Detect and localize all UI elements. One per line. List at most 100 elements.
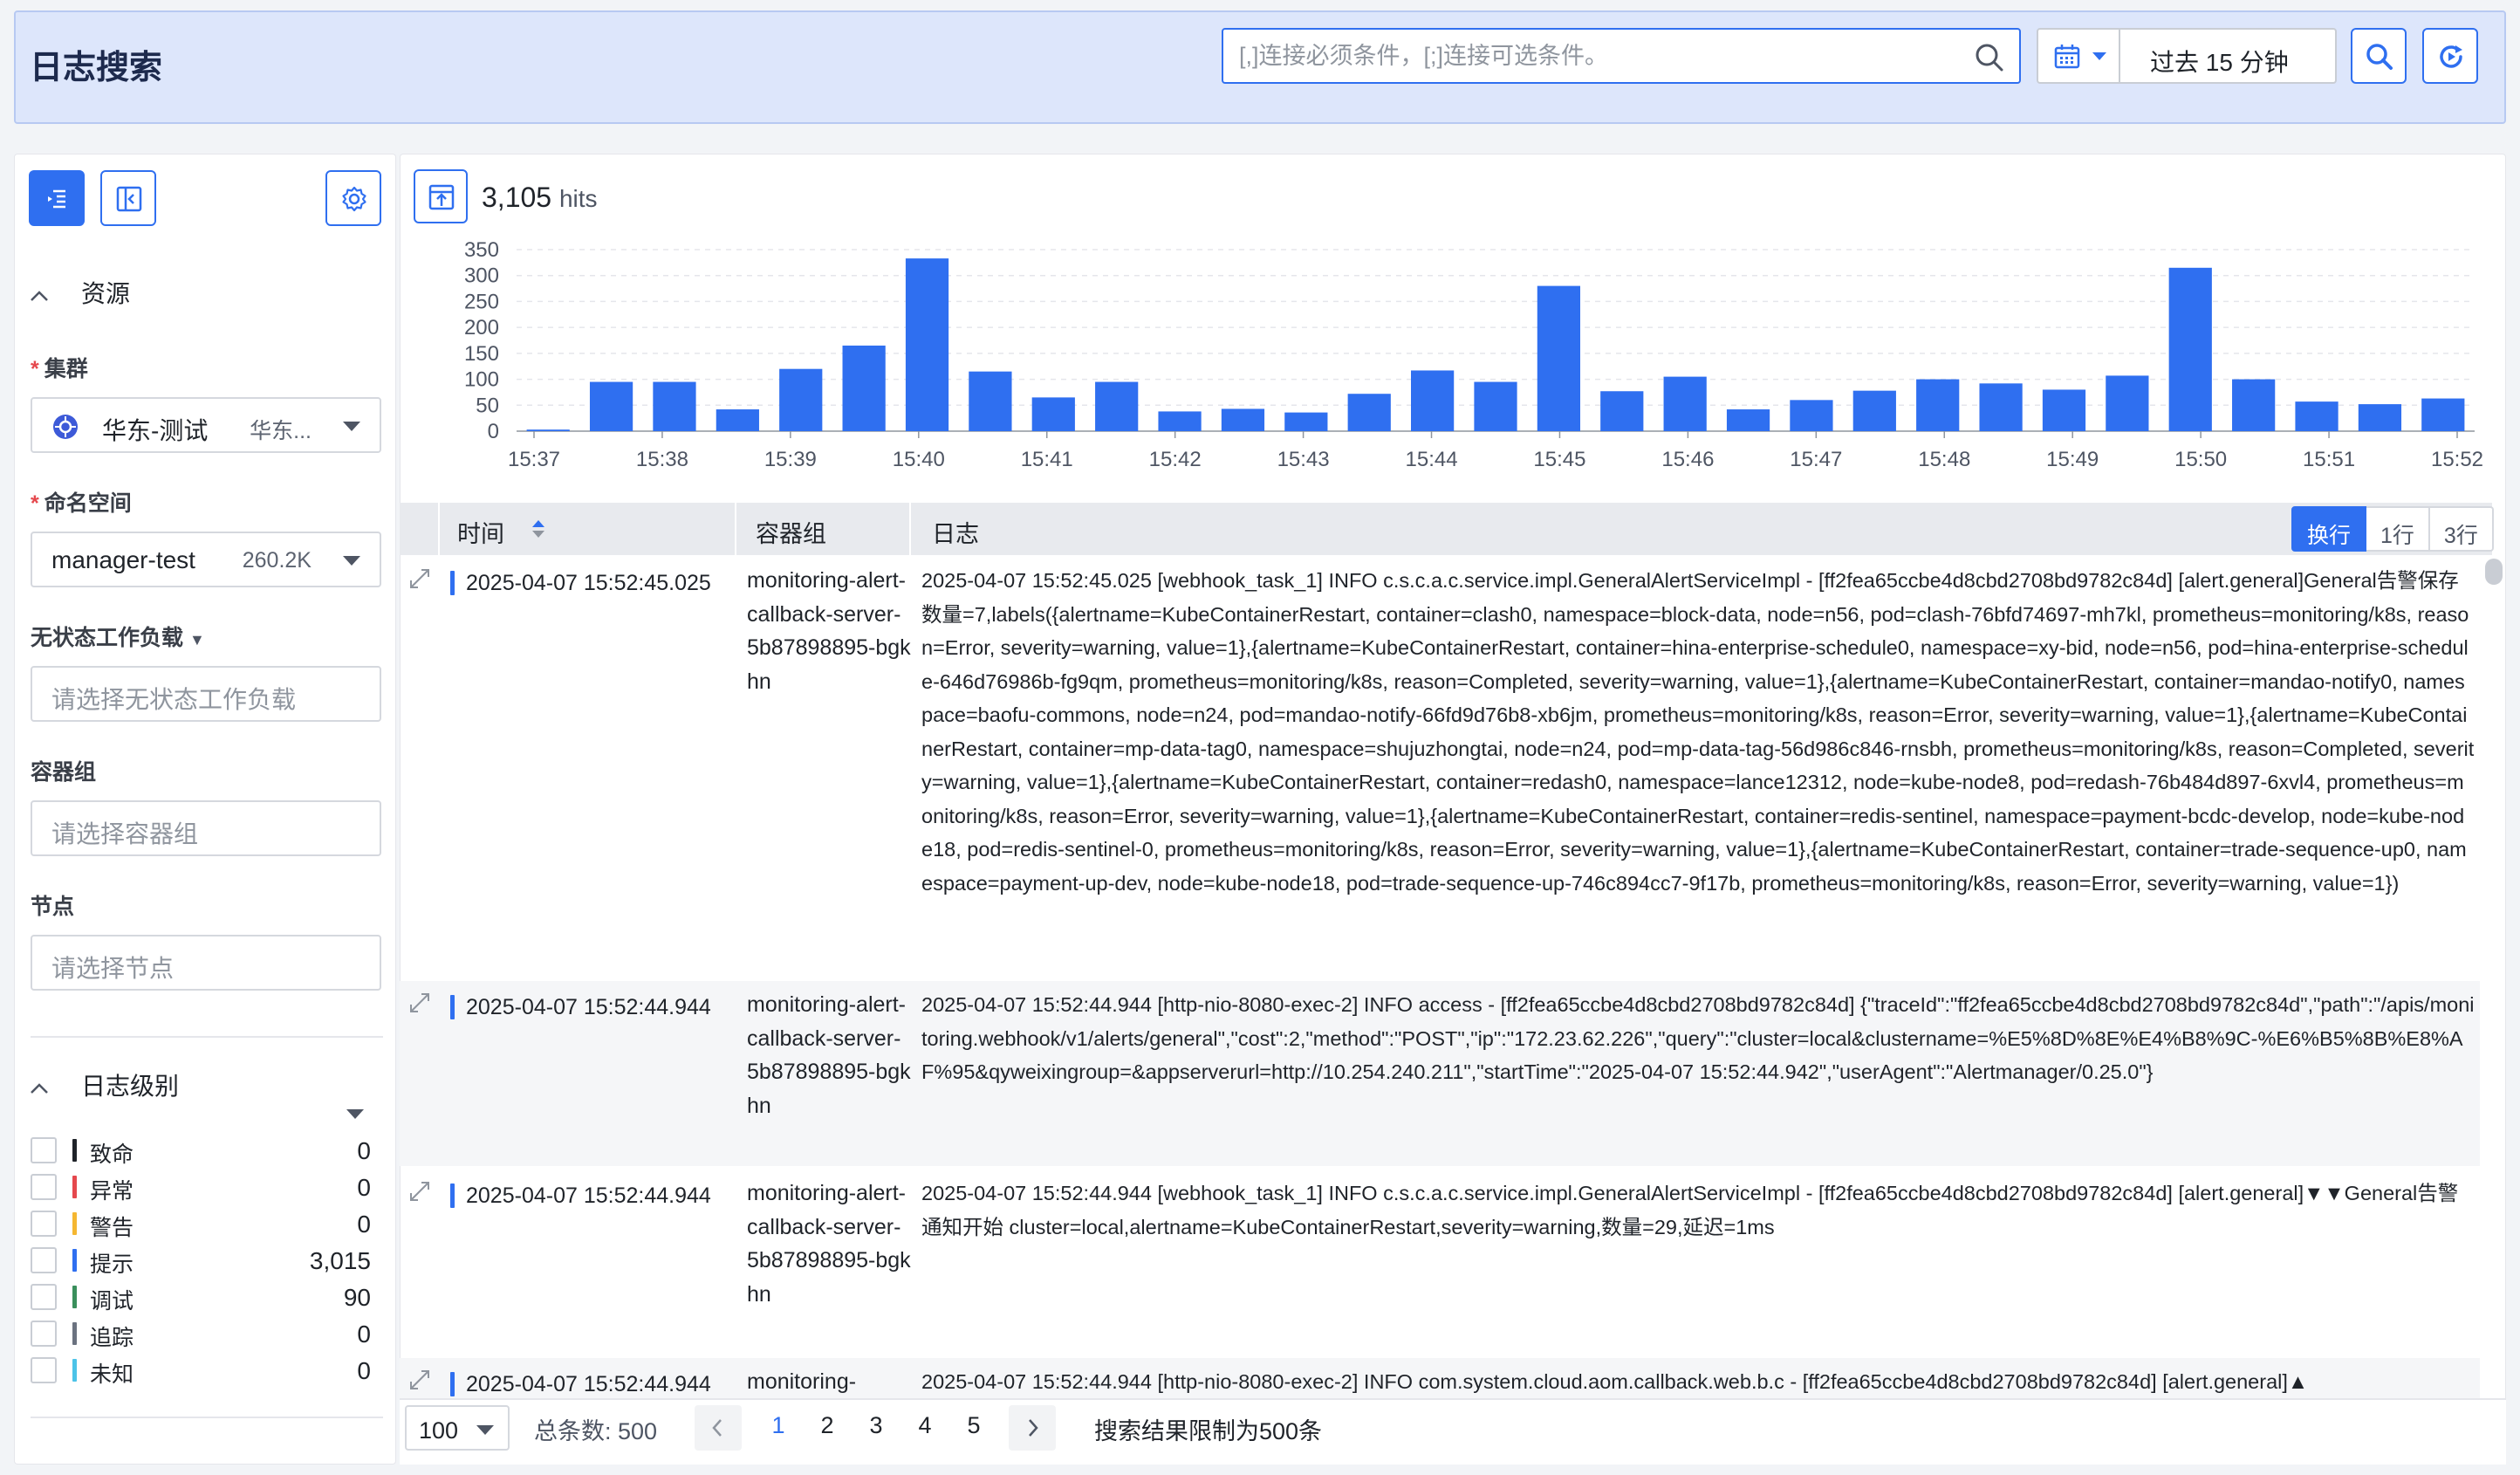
search-icon[interactable] [1974, 42, 2005, 73]
query-button[interactable] [2351, 28, 2407, 84]
histogram-bar [1158, 411, 1202, 431]
level-indicator [450, 1183, 455, 1208]
chevron-up-icon [29, 1073, 81, 1101]
histogram-bar [1663, 376, 1707, 431]
page-title: 日志搜索 [30, 50, 163, 86]
checkbox[interactable] [31, 1247, 57, 1273]
log-row[interactable]: 2025-04-07 15:52:44.944 monitoring- 2025… [400, 1358, 2480, 1398]
wrap-option-1-line[interactable]: 1行 [2366, 506, 2430, 552]
checkbox[interactable] [31, 1174, 57, 1200]
histogram-bar [716, 409, 759, 431]
histogram-bar [1537, 285, 1580, 431]
log-pod: monitoring-alert-callback-server-5b87898… [747, 568, 911, 694]
cluster-icon [53, 415, 78, 439]
log-level-item[interactable]: 提示 3,015 [31, 1244, 371, 1277]
search-box[interactable] [1222, 28, 2021, 84]
time-range-select[interactable]: 过去 15 分钟 [2119, 28, 2337, 84]
panel-collapse-icon [116, 186, 142, 212]
y-tick-label: 0 [488, 420, 499, 443]
y-tick-label: 50 [476, 394, 499, 417]
page-4[interactable]: 4 [907, 1412, 942, 1439]
log-level-section-toggle[interactable]: 日志级别 [29, 1067, 179, 1102]
x-tick-label: 15:50 [2174, 448, 2227, 471]
log-pod: monitoring-alert-callback-server-5b87898… [747, 992, 911, 1118]
expand-icon[interactable] [408, 567, 431, 590]
x-tick-label: 15:47 [1790, 448, 1842, 471]
search-input[interactable] [1239, 38, 1955, 73]
page-3[interactable]: 3 [859, 1412, 894, 1439]
page-1[interactable]: 1 [761, 1412, 796, 1439]
list-view-button[interactable] [29, 170, 85, 226]
cluster-label: * 集群 [31, 357, 88, 381]
expand-icon[interactable] [408, 1180, 431, 1203]
settings-button[interactable] [325, 170, 381, 226]
histogram-bar [2042, 389, 2086, 431]
y-tick-label: 150 [464, 342, 499, 366]
checkbox[interactable] [31, 1321, 57, 1347]
log-level-item[interactable]: 未知 0 [31, 1354, 371, 1387]
log-time: 2025-04-07 15:52:44.944 [466, 1183, 711, 1208]
log-level-item[interactable]: 追踪 0 [31, 1317, 371, 1350]
podgroup-select[interactable]: 请选择容器组 [31, 800, 381, 856]
namespace-select[interactable]: manager-test 260.2K [31, 532, 381, 587]
wrap-option-wrap[interactable]: 换行 [2291, 506, 2367, 552]
x-tick-label: 15:46 [1661, 448, 1714, 471]
log-row[interactable]: 2025-04-07 15:52:44.944 monitoring-alert… [400, 1170, 2480, 1355]
page-2[interactable]: 2 [810, 1412, 845, 1439]
filter-sidebar: 资源 * 集群 华东-测试 华东... * 命名空间 manager-test 26… [14, 154, 396, 1465]
x-tick-label: 15:45 [1533, 448, 1585, 471]
log-level-name: 提示 [90, 1252, 134, 1277]
log-table-body: 2025-04-07 15:52:45.025 monitoring-alert… [400, 555, 2480, 1398]
podgroup-label: 容器组 [31, 760, 97, 785]
x-tick-label: 15:48 [1918, 448, 1970, 471]
log-row[interactable]: 2025-04-07 15:52:44.944 monitoring-alert… [400, 981, 2480, 1166]
checkbox[interactable] [31, 1137, 57, 1163]
sort-icon[interactable] [531, 517, 546, 541]
x-tick-label: 15:44 [1406, 448, 1458, 471]
column-header-log[interactable]: 日志 [932, 515, 979, 549]
log-level-count: 0 [357, 1137, 371, 1164]
log-level-item[interactable]: 调试 90 [31, 1280, 371, 1314]
expand-icon[interactable] [408, 1369, 431, 1391]
prev-page-button[interactable] [695, 1405, 742, 1451]
histogram-bar [1284, 412, 1328, 431]
collapse-panel-button[interactable] [100, 170, 156, 226]
export-button[interactable] [414, 169, 468, 223]
scrollbar-thumb[interactable] [2485, 559, 2503, 585]
level-color-bar [72, 1139, 77, 1162]
log-level-name: 追踪 [90, 1326, 134, 1350]
checkbox[interactable] [31, 1211, 57, 1237]
column-header-pod[interactable]: 容器组 [756, 515, 826, 549]
date-picker-button[interactable] [2037, 28, 2120, 84]
page-5[interactable]: 5 [956, 1412, 991, 1439]
log-level-name: 未知 [90, 1362, 134, 1387]
log-pod: monitoring- [747, 1369, 857, 1394]
checkbox[interactable] [31, 1357, 57, 1383]
expand-icon[interactable] [408, 991, 431, 1014]
cluster-select[interactable]: 华东-测试 华东... [31, 397, 381, 453]
log-row[interactable]: 2025-04-07 15:52:45.025 monitoring-alert… [400, 555, 2480, 978]
chevron-up-icon [29, 280, 81, 308]
chevron-down-icon [476, 1425, 494, 1435]
x-tick-label: 15:37 [508, 448, 560, 471]
calendar-icon [2054, 45, 2080, 69]
refresh-button[interactable] [2422, 28, 2478, 84]
wrap-option-3-lines[interactable]: 3行 [2429, 506, 2494, 552]
log-level-item[interactable]: 异常 0 [31, 1170, 371, 1204]
stateless-workload-select[interactable]: 请选择无状态工作负载 [31, 666, 381, 722]
column-header-time[interactable]: 时间 [457, 515, 504, 549]
divider [31, 1036, 383, 1038]
checkbox[interactable] [31, 1284, 57, 1310]
histogram-bar [1916, 379, 1960, 431]
x-tick-label: 15:41 [1021, 448, 1073, 471]
next-page-button[interactable] [1009, 1405, 1056, 1451]
y-tick-label: 350 [464, 241, 499, 262]
log-level-count: 3,015 [309, 1247, 371, 1274]
total-count: 总条数: 500 [534, 1418, 658, 1444]
log-level-count: 0 [357, 1357, 371, 1384]
resource-section-toggle[interactable]: 资源 [29, 275, 130, 310]
log-level-item[interactable]: 警告 0 [31, 1207, 371, 1240]
page-size-select[interactable]: 100 [405, 1405, 510, 1451]
node-select[interactable]: 请选择节点 [31, 935, 381, 991]
log-level-item[interactable]: 致命 0 [31, 1134, 371, 1167]
